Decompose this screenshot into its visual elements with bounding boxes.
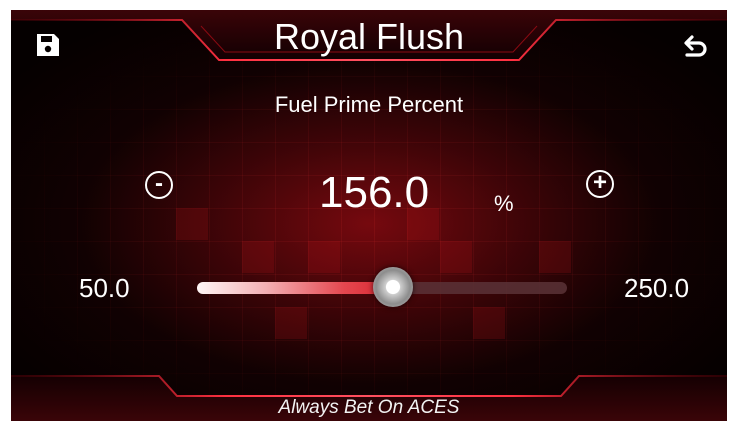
parameter-unit: % [494, 191, 514, 216]
slider-fill [197, 282, 393, 294]
save-icon [37, 34, 59, 56]
parameter-value: 156.0 [319, 168, 430, 217]
parameter-label: Fuel Prime Percent [274, 92, 464, 117]
device-screen: Royal Flush Fuel Prime Percent - + 156.0… [11, 10, 727, 421]
increment-button[interactable]: + [586, 170, 614, 198]
range-max-label: 250.0 [624, 273, 690, 303]
value-slider[interactable] [197, 267, 567, 307]
page-title: Royal Flush [273, 16, 465, 57]
slider-thumb[interactable] [373, 267, 413, 307]
undo-back-icon [684, 35, 707, 57]
minus-icon: - [155, 170, 163, 197]
plus-icon: + [592, 169, 607, 196]
range-min-label: 50.0 [79, 273, 130, 303]
save-button[interactable] [31, 28, 65, 62]
footer-slogan: Always Bet On ACES [278, 397, 460, 418]
back-button[interactable] [679, 29, 713, 63]
decrement-button[interactable]: - [145, 171, 173, 199]
